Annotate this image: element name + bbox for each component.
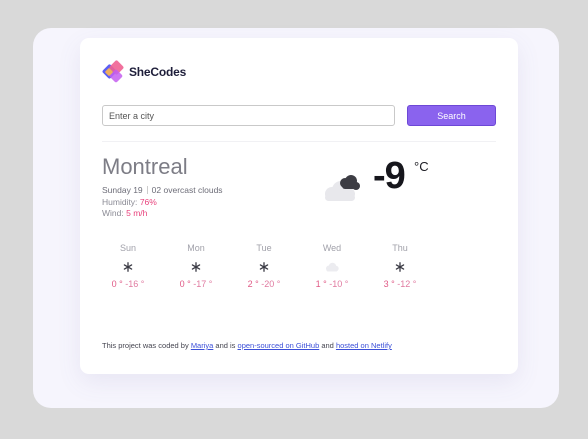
weather-card: SheCodes Search Montreal Sunday 19 02 ove…	[80, 38, 518, 374]
snowflake-icon	[94, 258, 162, 276]
forecast-min: -16 °	[125, 279, 145, 289]
celsius-unit[interactable]: °C	[414, 159, 429, 174]
forecast-day-name: Mon	[187, 243, 205, 253]
forecast-day: Mon 0 ° -17 °	[162, 243, 230, 289]
forecast-max: 1 °	[315, 279, 327, 289]
search-button[interactable]: Search	[407, 105, 496, 126]
forecast-day: Tue 2 ° -20 °	[230, 243, 298, 289]
city-search-input[interactable]	[102, 105, 395, 126]
forecast-temps: 0 ° -16 °	[94, 279, 162, 289]
forecast-min: -17 °	[193, 279, 213, 289]
footer: This project was coded by Mariya and is …	[102, 341, 392, 350]
forecast-temps: 3 ° -12 °	[366, 279, 434, 289]
snowflake-icon	[162, 258, 230, 276]
wind-value: 5 m/h	[126, 208, 148, 218]
forecast-day: Thu 3 ° -12 °	[366, 243, 434, 289]
weather-description: overcast clouds	[163, 185, 223, 195]
forecast-max: 0 °	[111, 279, 123, 289]
github-link[interactable]: open-sourced on GitHub	[238, 341, 320, 350]
shecodes-logo-icon	[102, 60, 128, 84]
humidity-value: 76%	[139, 196, 157, 207]
divider	[102, 141, 496, 142]
forecast-min: -12 °	[397, 279, 417, 289]
forecast-max: 3 °	[383, 279, 395, 289]
city-name: Montreal	[102, 154, 188, 179]
forecast-min: -20 °	[261, 279, 281, 289]
current-time: 02	[151, 185, 162, 195]
humidity-line: Humidity: 76%	[102, 197, 223, 209]
forecast: Sun 0 ° -16 ° Mon 0 ° -17 ° Tue 2 ° -20 …	[94, 243, 434, 293]
date-description-line: Sunday 19 02 overcast clouds	[102, 185, 223, 197]
humidity-label: Humidity:	[102, 196, 138, 207]
forecast-day-name: Sun	[119, 243, 136, 253]
forecast-day: Wed 1 ° -10 °	[298, 243, 366, 289]
netlify-link[interactable]: hosted on Netlify	[336, 341, 392, 350]
forecast-temps: 0 ° -17 °	[162, 279, 230, 289]
cloudy-icon	[320, 173, 362, 203]
forecast-day-name: Thu	[392, 243, 408, 253]
forecast-day-name: Wed	[322, 243, 342, 253]
shecodes-logo[interactable]: SheCodes	[102, 60, 186, 84]
snowflake-icon	[230, 258, 298, 276]
footer-text: and is	[215, 341, 236, 350]
separator	[146, 186, 148, 194]
forecast-max: 2 °	[247, 279, 259, 289]
current-day: Sunday 19	[102, 185, 143, 195]
footer-text: This project was coded by	[102, 341, 189, 350]
forecast-temps: 1 ° -10 °	[298, 279, 366, 289]
snowflake-icon	[366, 258, 434, 276]
forecast-day: Sun 0 ° -16 °	[94, 243, 162, 289]
forecast-max: 0 °	[179, 279, 191, 289]
footer-text: and	[321, 341, 334, 350]
author-link[interactable]: Mariya	[191, 341, 214, 350]
forecast-min: -10 °	[329, 279, 349, 289]
wind-label: Wind:	[102, 208, 124, 218]
current-temperature: -9	[373, 155, 406, 197]
current-details: Sunday 19 02 overcast clouds Humidity: 76…	[102, 185, 223, 220]
cloud-icon	[298, 258, 366, 276]
forecast-temps: 2 ° -20 °	[230, 279, 298, 289]
brand-name: SheCodes	[129, 65, 187, 79]
wind-line: Wind: 5 m/h	[102, 208, 223, 220]
forecast-day-name: Tue	[256, 243, 272, 253]
